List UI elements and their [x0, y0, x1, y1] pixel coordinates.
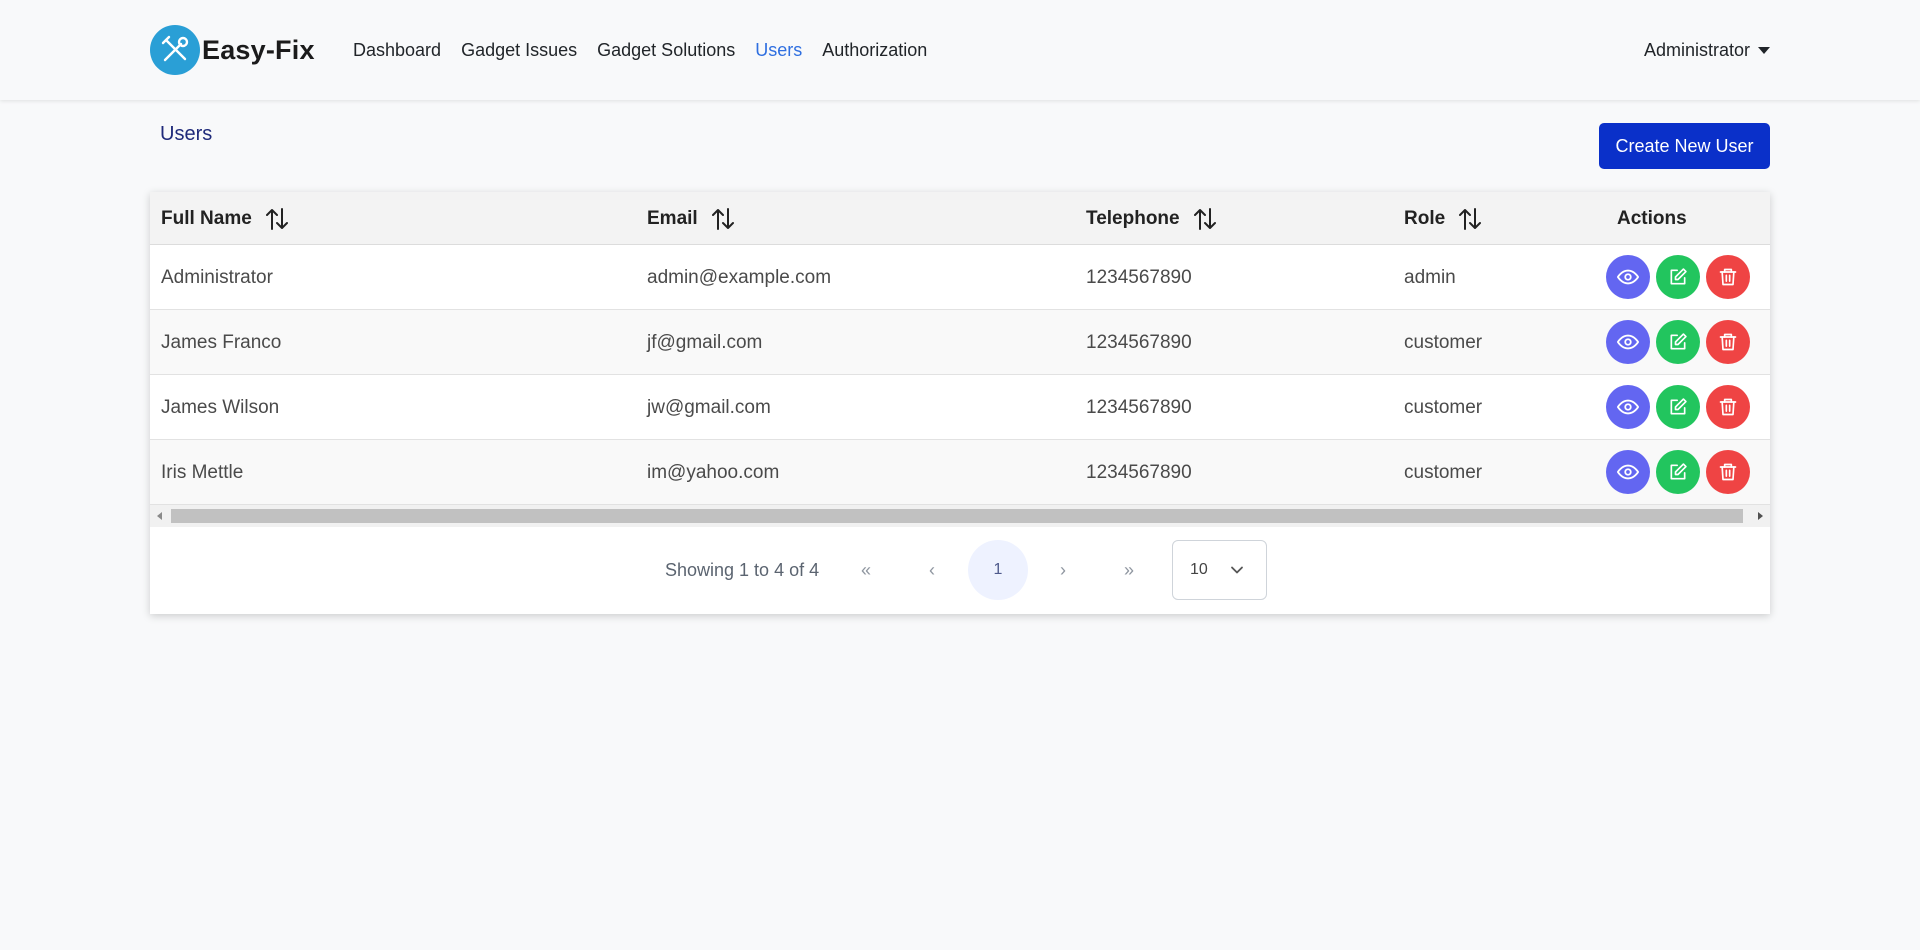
edit-icon [1670, 463, 1687, 480]
last-page-button[interactable]: » [1104, 545, 1154, 595]
tools-logo-icon [150, 25, 200, 75]
create-new-user-button[interactable]: Create New User [1599, 123, 1770, 169]
table-header: Full Name Email Telephone Role Actions [150, 192, 1770, 245]
sort-icon[interactable] [711, 207, 734, 231]
cell-role: customer [1404, 331, 1483, 353]
scroll-right-arrow-icon[interactable] [1758, 512, 1763, 520]
column-header-full-name[interactable]: Full Name [161, 192, 288, 245]
cell-telephone: 1234567890 [1086, 461, 1192, 483]
navbar: Easy-Fix Dashboard Gadget Issues Gadget … [0, 0, 1920, 100]
brand[interactable]: Easy-Fix [150, 25, 315, 75]
table-row: Administrator admin@example.com 12345678… [150, 245, 1770, 310]
edit-button[interactable] [1656, 320, 1700, 364]
eye-icon [1617, 464, 1639, 480]
cell-telephone: 1234567890 [1086, 331, 1192, 353]
view-button[interactable] [1606, 320, 1650, 364]
cell-full-name: Iris Mettle [161, 461, 244, 483]
brand-name: Easy-Fix [202, 34, 315, 65]
trash-icon [1719, 333, 1737, 351]
chevron-down-icon [1230, 563, 1244, 582]
cell-full-name: James Wilson [161, 396, 280, 418]
page-title: Users [160, 123, 213, 145]
nav-link-dashboard[interactable]: Dashboard [353, 38, 441, 62]
delete-button[interactable] [1706, 450, 1750, 494]
user-menu-dropdown[interactable]: Administrator [1644, 38, 1770, 62]
column-header-telephone[interactable]: Telephone [1086, 192, 1216, 245]
paginator-info: Showing 1 to 4 of 4 [665, 560, 820, 580]
table-row: Iris Mettle im@yahoo.com 1234567890 cust… [150, 440, 1770, 505]
nav-link-users[interactable]: Users [755, 38, 802, 62]
eye-icon [1617, 399, 1639, 415]
next-page-button[interactable]: › [1038, 545, 1088, 595]
sort-icon[interactable] [265, 207, 288, 231]
scroll-left-arrow-icon[interactable] [157, 512, 162, 520]
table-row: James Wilson jw@gmail.com 1234567890 cus… [150, 375, 1770, 440]
eye-icon [1617, 334, 1639, 350]
table-row: James Franco jf@gmail.com 1234567890 cus… [150, 310, 1770, 375]
row-actions [1606, 320, 1756, 364]
prev-page-button[interactable]: ‹ [907, 545, 957, 595]
column-header-role[interactable]: Role [1404, 192, 1482, 245]
cell-role: admin [1404, 266, 1456, 288]
paginator: Showing 1 to 4 of 4 « ‹ 1 › » 10 [150, 527, 1770, 614]
cell-telephone: 1234567890 [1086, 396, 1192, 418]
row-actions [1606, 450, 1756, 494]
eye-icon [1617, 269, 1639, 285]
delete-button[interactable] [1706, 320, 1750, 364]
trash-icon [1719, 398, 1737, 416]
view-button[interactable] [1606, 450, 1650, 494]
delete-button[interactable] [1706, 255, 1750, 299]
row-actions [1606, 255, 1756, 299]
trash-icon [1719, 463, 1737, 481]
nav-link-gadget-solutions[interactable]: Gadget Solutions [597, 38, 735, 62]
users-table-card: Full Name Email Telephone Role Actions A… [150, 192, 1770, 614]
edit-button[interactable] [1656, 385, 1700, 429]
cell-email: jw@gmail.com [647, 396, 771, 418]
cell-role: customer [1404, 461, 1483, 483]
edit-icon [1670, 268, 1687, 285]
rows-per-page-value: 10 [1190, 561, 1208, 578]
column-label: Telephone [1086, 207, 1180, 229]
page-button-current[interactable]: 1 [968, 540, 1028, 600]
row-actions [1606, 385, 1756, 429]
rows-per-page-select[interactable]: 10 [1172, 540, 1267, 600]
user-menu-label: Administrator [1643, 40, 1750, 60]
cell-telephone: 1234567890 [1086, 266, 1192, 288]
scrollbar-thumb[interactable] [171, 509, 1743, 523]
delete-button[interactable] [1706, 385, 1750, 429]
column-header-actions: Actions [1617, 192, 1687, 245]
view-button[interactable] [1606, 255, 1650, 299]
sort-icon[interactable] [1459, 207, 1482, 231]
cell-email: im@yahoo.com [647, 461, 780, 483]
column-header-email[interactable]: Email [647, 192, 734, 245]
column-label: Actions [1617, 207, 1687, 229]
cell-full-name: James Franco [161, 331, 282, 353]
column-label: Role [1404, 207, 1446, 229]
horizontal-scrollbar[interactable] [150, 505, 1770, 527]
nav-link-authorization[interactable]: Authorization [822, 38, 927, 62]
column-label: Full Name [161, 207, 252, 229]
edit-icon [1670, 398, 1687, 415]
caret-down-icon [1758, 46, 1770, 54]
trash-icon [1719, 268, 1737, 286]
edit-button[interactable] [1656, 450, 1700, 494]
nav-links: Dashboard Gadget Issues Gadget Solutions… [353, 38, 947, 62]
column-label: Email [647, 207, 698, 229]
view-button[interactable] [1606, 385, 1650, 429]
nav-link-gadget-issues[interactable]: Gadget Issues [461, 38, 577, 62]
cell-email: jf@gmail.com [647, 331, 763, 353]
cell-full-name: Administrator [161, 266, 273, 288]
cell-role: customer [1404, 396, 1483, 418]
first-page-button[interactable]: « [841, 545, 891, 595]
edit-button[interactable] [1656, 255, 1700, 299]
sort-icon[interactable] [1193, 207, 1216, 231]
edit-icon [1670, 333, 1687, 350]
cell-email: admin@example.com [647, 266, 832, 288]
